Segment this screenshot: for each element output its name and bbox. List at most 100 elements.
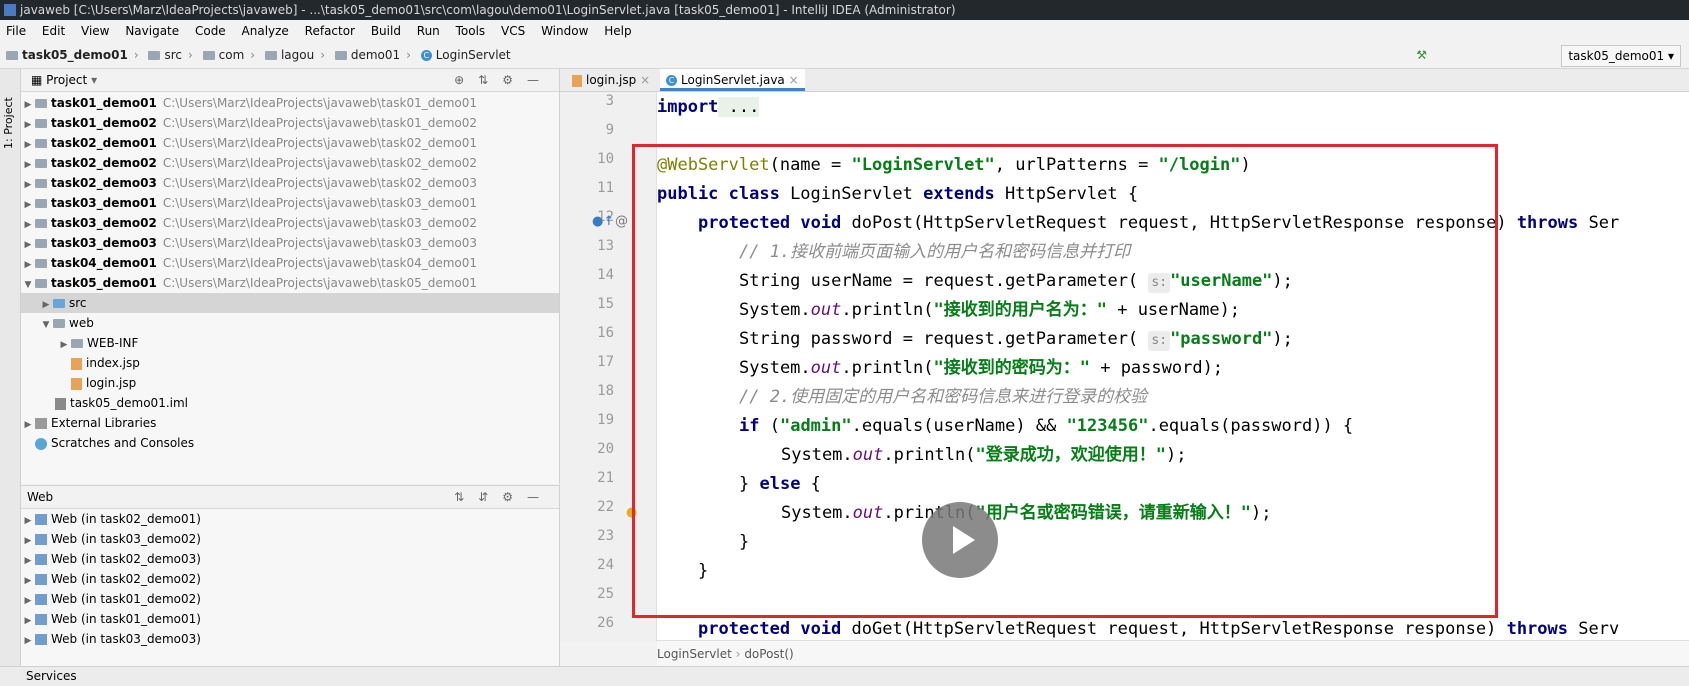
tab-loginservlet-java[interactable]: C LoginServlet.java × — [660, 69, 805, 91]
tree-module-task02-demo01[interactable]: ▶ task02_demo01 C:\Users\Marz\IdeaProjects… — [21, 133, 559, 153]
tree-folder-web[interactable]: ▼ web — [21, 313, 559, 333]
module-folder-icon — [35, 199, 47, 208]
web-item[interactable]: ▶ Web (in task03_demo02) — [21, 529, 559, 549]
chevron-right-icon[interactable]: ▶ — [39, 295, 53, 315]
folder-icon — [202, 51, 215, 60]
menu-analyze[interactable]: Analyze — [242, 24, 289, 38]
class-icon: C — [666, 75, 677, 86]
tree-module-task02-demo02[interactable]: ▶ task02_demo02 C:\Users\Marz\IdeaProjects… — [21, 153, 559, 173]
menu-navigate[interactable]: Navigate — [125, 24, 179, 38]
web-item[interactable]: ▶ Web (in task02_demo02) — [21, 569, 559, 589]
tree-scratches[interactable]: Scratches and Consoles — [21, 433, 559, 453]
project-tool-button[interactable]: 1: Project — [2, 97, 15, 149]
chevron-right-icon[interactable]: ▶ — [21, 215, 35, 235]
tree-module-task03-demo02[interactable]: ▶ task03_demo02 C:\Users\Marz\IdeaProjects… — [21, 213, 559, 233]
module-folder-icon — [35, 139, 47, 148]
tree-folder-src[interactable]: ▶ src — [21, 293, 559, 313]
minimize-icon[interactable]: — — [527, 73, 553, 87]
tree-module-task02-demo03[interactable]: ▶ task02_demo03 C:\Users\Marz\IdeaProjects… — [21, 173, 559, 193]
menu-file[interactable]: File — [6, 24, 26, 38]
chevron-right-icon[interactable]: ▶ — [21, 255, 35, 275]
chevron-right-icon[interactable]: ▶ — [21, 235, 35, 255]
line-number: 11 — [597, 180, 614, 196]
chevron-down-icon[interactable]: ▼ — [39, 315, 53, 335]
breadcrumb-class[interactable]: LoginServlet — [657, 647, 732, 661]
jsp-file-icon — [572, 74, 582, 87]
menu-code[interactable]: Code — [195, 24, 226, 38]
chevron-down-icon[interactable]: ▼ — [21, 275, 35, 295]
chevron-right-icon[interactable]: ▶ — [21, 155, 35, 175]
chevron-down-icon[interactable]: ▾ — [91, 73, 97, 87]
line-number: 26 — [597, 615, 614, 631]
nav-crumb-module[interactable]: task05_demo01 — [6, 42, 128, 68]
nav-crumb-com[interactable]: com — [202, 42, 244, 68]
scratches-icon — [35, 437, 47, 450]
tab-login-jsp[interactable]: login.jsp × — [566, 69, 656, 91]
breadcrumb-method[interactable]: doPost() — [744, 647, 793, 661]
collapse-icon[interactable]: ⇅ — [478, 73, 502, 87]
expand-all-icon[interactable]: ⇅ — [454, 490, 478, 504]
chevron-right-icon[interactable]: ▶ — [21, 115, 35, 135]
line-number: 22 — [597, 499, 614, 515]
tree-module-task03-demo01[interactable]: ▶ task03_demo01 C:\Users\Marz\IdeaProjects… — [21, 193, 559, 213]
web-facet-icon — [35, 534, 47, 545]
nav-crumb-demo01[interactable]: demo01 — [334, 42, 400, 68]
menu-view[interactable]: View — [81, 24, 109, 38]
menu-build[interactable]: Build — [371, 24, 401, 38]
run-configuration-select[interactable]: task05_demo01 ▾ — [1561, 45, 1681, 67]
gear-icon[interactable]: ⚙ — [502, 490, 527, 504]
nav-crumb-src[interactable]: src — [148, 42, 182, 68]
menu-help[interactable]: Help — [604, 24, 631, 38]
chevron-right-icon[interactable]: ▶ — [21, 95, 35, 115]
chevron-right-icon[interactable]: ▶ — [21, 531, 35, 551]
chevron-right-icon[interactable]: ▶ — [21, 571, 35, 591]
web-item[interactable]: ▶ Web (in task01_demo02) — [21, 589, 559, 609]
tree-module-task01-demo01[interactable]: ▶ task01_demo01 C:\Users\Marz\IdeaProjects… — [21, 93, 559, 113]
chevron-right-icon[interactable]: ▶ — [57, 335, 71, 355]
chevron-right-icon[interactable]: ▶ — [21, 175, 35, 195]
nav-crumb-loginservlet[interactable]: C LoginServlet — [420, 42, 511, 68]
tree-file-login-jsp[interactable]: login.jsp — [21, 373, 559, 393]
override-marker-icon[interactable]: ●↑ — [592, 214, 614, 229]
build-hammer-icon[interactable]: ⚒ — [1416, 42, 1427, 68]
project-panel-title[interactable]: Project — [46, 73, 87, 87]
tree-module-task05-demo01[interactable]: ▼ task05_demo01 C:\Users\Marz\IdeaProjects… — [21, 273, 559, 293]
web-panel: Web ⇅⇵⚙— ▶ Web (in task02_demo01) ▶ Web (i… — [21, 485, 560, 667]
chevron-right-icon[interactable]: ▶ — [21, 591, 35, 611]
close-icon[interactable]: × — [640, 73, 650, 87]
menu-refactor[interactable]: Refactor — [305, 24, 355, 38]
chevron-right-icon[interactable]: ▶ — [21, 631, 35, 651]
chevron-right-icon[interactable]: ▶ — [21, 551, 35, 571]
gear-icon[interactable]: ⚙ — [502, 73, 527, 87]
chevron-right-icon[interactable]: ▶ — [21, 611, 35, 631]
line-number: 23 — [597, 528, 614, 544]
minimize-icon[interactable]: — — [527, 490, 553, 504]
tree-file-index-jsp[interactable]: index.jsp — [21, 353, 559, 373]
tree-external-libraries[interactable]: ▶ External Libraries — [21, 413, 559, 433]
services-tool-button[interactable]: Services — [26, 669, 77, 683]
menu-edit[interactable]: Edit — [42, 24, 65, 38]
close-icon[interactable]: × — [789, 73, 799, 87]
menu-window[interactable]: Window — [541, 24, 588, 38]
web-item[interactable]: ▶ Web (in task02_demo01) — [21, 509, 559, 529]
tree-module-task04-demo01[interactable]: ▶ task04_demo01 C:\Users\Marz\IdeaProjects… — [21, 253, 559, 273]
web-item[interactable]: ▶ Web (in task02_demo03) — [21, 549, 559, 569]
nav-crumb-lagou[interactable]: lagou — [264, 42, 314, 68]
chevron-right-icon[interactable]: ▶ — [21, 135, 35, 155]
tree-folder-web-inf[interactable]: ▶ WEB-INF — [21, 333, 559, 353]
collapse-icon[interactable]: ⇵ — [478, 490, 502, 504]
source-folder-icon — [53, 299, 65, 308]
chevron-right-icon[interactable]: ▶ — [21, 195, 35, 215]
web-item[interactable]: ▶ Web (in task01_demo01) — [21, 609, 559, 629]
tree-module-task03-demo03[interactable]: ▶ task03_demo03 C:\Users\Marz\IdeaProjects… — [21, 233, 559, 253]
tree-file-iml[interactable]: task05_demo01.iml — [21, 393, 559, 413]
menu-vcs[interactable]: VCS — [501, 24, 525, 38]
chevron-right-icon[interactable]: ▶ — [21, 415, 35, 435]
play-icon[interactable] — [922, 502, 998, 578]
web-item[interactable]: ▶ Web (in task03_demo03) — [21, 629, 559, 649]
tree-module-task01-demo02[interactable]: ▶ task01_demo02 C:\Users\Marz\IdeaProjects… — [21, 113, 559, 133]
chevron-right-icon[interactable]: ▶ — [21, 511, 35, 531]
menu-run[interactable]: Run — [417, 24, 440, 38]
locate-icon[interactable]: ⊕ — [454, 73, 478, 87]
menu-tools[interactable]: Tools — [456, 24, 486, 38]
